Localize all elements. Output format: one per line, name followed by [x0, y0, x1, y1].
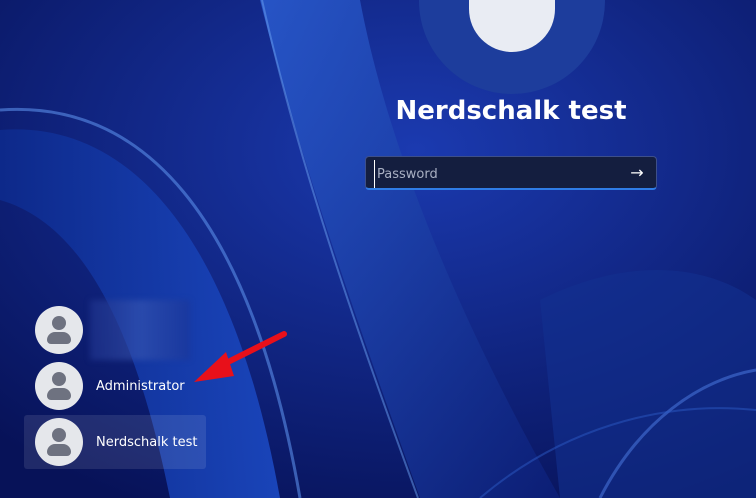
password-input[interactable] — [374, 160, 629, 188]
red-arrow-icon — [194, 331, 287, 382]
user-item-hidden[interactable] — [24, 300, 206, 360]
user-avatar-icon — [469, 0, 555, 52]
user-avatar-icon — [35, 362, 83, 410]
password-field[interactable]: → — [365, 156, 657, 190]
user-avatar-icon — [35, 306, 83, 354]
arrow-right-icon[interactable]: → — [624, 161, 650, 185]
blurred-username — [90, 300, 190, 360]
user-item-label: Nerdschalk test — [96, 434, 198, 450]
user-item-label: Administrator — [96, 378, 185, 394]
user-item-nerdschalk-test[interactable]: Nerdschalk test — [24, 415, 206, 469]
user-item-administrator[interactable]: Administrator — [24, 359, 206, 413]
user-avatar-icon — [35, 418, 83, 466]
account-username: Nerdschalk test — [395, 96, 627, 126]
